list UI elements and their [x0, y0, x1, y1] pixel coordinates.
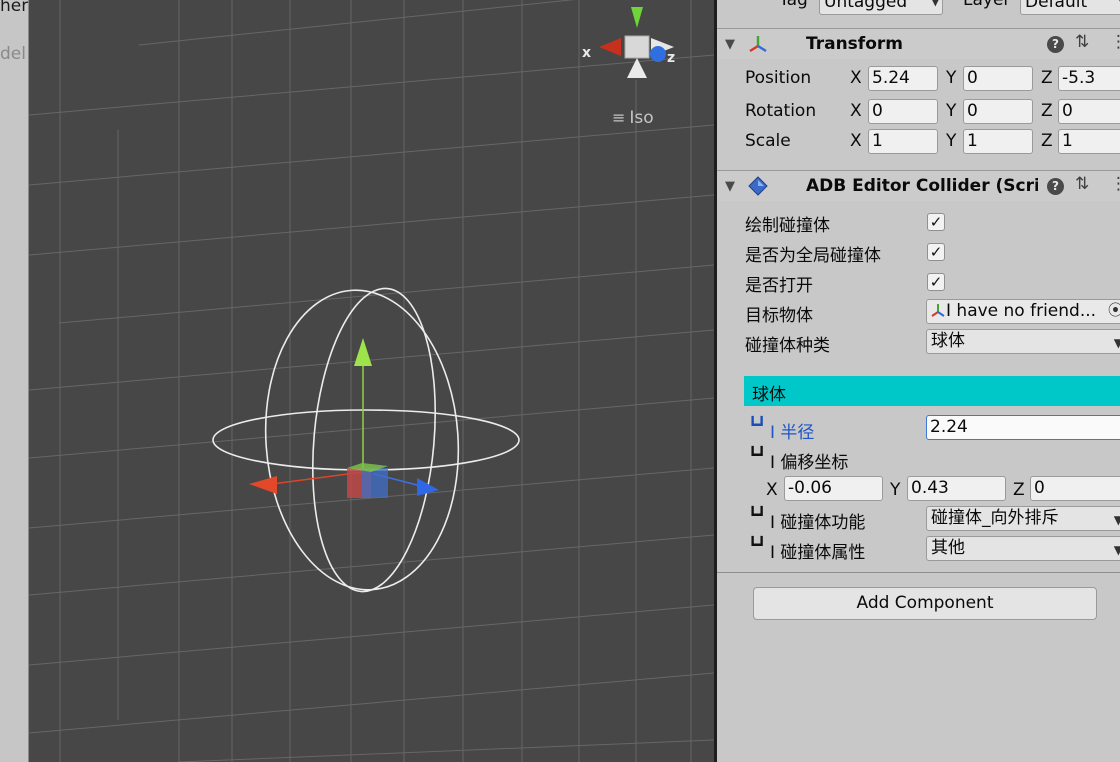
collider-attribute-dropdown[interactable]: 其他 ▼ — [926, 536, 1120, 561]
tree-branch-icon: ┗┛ — [748, 446, 767, 464]
position-y-field[interactable]: 0 — [963, 66, 1033, 91]
collider-attribute-label: I 碰撞体属性 — [770, 543, 866, 563]
script-icon — [748, 176, 768, 196]
axis-z-label[interactable]: Z — [1041, 101, 1053, 121]
gizmo-x-label: x — [582, 45, 591, 61]
foldout-triangle-icon[interactable]: ▼ — [725, 179, 735, 194]
axis-y-label[interactable]: Y — [946, 68, 956, 88]
offset-y-field[interactable]: 0.43 — [907, 476, 1006, 501]
hierarchy-text-fragment: her — [0, 0, 29, 16]
transform-icon — [749, 36, 767, 53]
scale-z-field[interactable]: 1 — [1058, 129, 1120, 154]
context-menu-icon[interactable]: ⋮ — [1110, 32, 1120, 52]
draw-collider-label: 绘制碰撞体 — [745, 216, 830, 236]
collider-component-header[interactable]: ▼ ADB Editor Collider (Scrip ? ⇅ ⋮ — [717, 170, 1120, 201]
rotation-z-field[interactable]: 0 — [1058, 99, 1120, 124]
axis-z-label[interactable]: Z — [1041, 131, 1053, 151]
offset-z-field[interactable]: 0 — [1030, 476, 1120, 501]
scene-corner-icon[interactable]: ▔ — [684, 0, 695, 10]
presets-icon[interactable]: ⇅ — [1075, 174, 1089, 194]
tree-branch-icon: ┗┛ — [748, 416, 767, 434]
axis-x-label[interactable]: X — [850, 68, 862, 88]
tree-branch-icon: ┗┛ — [748, 506, 767, 524]
enabled-checkbox[interactable]: ✓ — [927, 273, 945, 291]
sphere-collider-gizmo — [212, 287, 520, 593]
axis-x-label[interactable]: X — [766, 480, 778, 500]
offset-label: I 偏移坐标 — [770, 453, 849, 473]
radius-field[interactable]: 2.24 — [926, 415, 1120, 440]
chevron-down-icon: ▼ — [930, 0, 940, 8]
collider-function-label: I 碰撞体功能 — [770, 513, 866, 533]
help-icon[interactable]: ? — [1047, 36, 1064, 53]
layer-label: Layer — [963, 0, 1011, 10]
presets-icon[interactable]: ⇅ — [1075, 32, 1089, 52]
tag-dropdown[interactable]: Untagged ▼ — [819, 0, 943, 15]
axis-y-label[interactable]: Y — [946, 101, 956, 121]
context-menu-icon[interactable]: ⋮ — [1110, 174, 1120, 194]
enabled-label: 是否打开 — [745, 276, 813, 296]
transform-title: Transform — [806, 34, 903, 54]
position-label: Position — [745, 68, 812, 88]
add-component-button[interactable]: Add Component — [753, 587, 1097, 620]
inspector-panel: Tag Untagged ▼ Layer Default ▼ ▼ Transfo… — [717, 0, 1120, 762]
target-object-label: 目标物体 — [745, 306, 813, 326]
global-collider-label: 是否为全局碰撞体 — [745, 246, 881, 266]
foldout-triangle-icon[interactable]: ▼ — [725, 37, 735, 52]
transform-header[interactable]: ▼ Transform ? ⇅ ⋮ — [717, 28, 1120, 59]
projection-label: Iso — [629, 108, 654, 128]
tree-branch-icon: ┗┛ — [748, 536, 767, 554]
object-picker-icon[interactable]: ⦿ — [1108, 300, 1120, 321]
chevron-down-icon: ▼ — [1114, 510, 1120, 530]
layer-value: Default — [1025, 0, 1088, 12]
scale-x-field[interactable]: 1 — [868, 129, 938, 154]
chevron-down-icon: ▼ — [1114, 540, 1120, 560]
axis-y-label[interactable]: Y — [946, 131, 956, 151]
layer-dropdown[interactable]: Default ▼ — [1020, 0, 1120, 15]
sphere-section-title: 球体 — [752, 385, 786, 405]
gizmo-z-label: z — [667, 50, 675, 66]
draw-collider-checkbox[interactable]: ✓ — [927, 213, 945, 231]
collider-type-value: 球体 — [931, 331, 965, 351]
position-x-field[interactable]: 5.24 — [868, 66, 938, 91]
collider-function-value: 碰撞体_向外排斥 — [931, 508, 1059, 528]
rotation-label: Rotation — [745, 101, 817, 121]
hierarchy-panel-edge: her del — [0, 0, 29, 762]
rotation-x-field[interactable]: 0 — [868, 99, 938, 124]
target-object-value: I have no friend... — [946, 301, 1097, 321]
menu-icon: ≡ — [612, 108, 626, 127]
transform-icon — [931, 304, 945, 317]
axis-x-label[interactable]: X — [850, 131, 862, 151]
collider-type-dropdown[interactable]: 球体 ▼ — [926, 329, 1120, 354]
radius-label: I 半径 — [770, 423, 815, 443]
component-separator — [717, 572, 1120, 573]
offset-x-field[interactable]: -0.06 — [784, 476, 883, 501]
collider-title: ADB Editor Collider (Scrip — [806, 176, 1038, 196]
global-collider-checkbox[interactable]: ✓ — [927, 243, 945, 261]
position-z-field[interactable]: -5.3 — [1058, 66, 1120, 91]
scale-y-field[interactable]: 1 — [963, 129, 1033, 154]
collider-function-dropdown[interactable]: 碰撞体_向外排斥 ▼ — [926, 506, 1120, 531]
target-object-field[interactable]: I have no friend... ⦿ — [926, 299, 1120, 324]
projection-toggle[interactable]: ≡ Iso — [612, 108, 654, 128]
scale-label: Scale — [745, 131, 791, 151]
tag-value: Untagged — [824, 0, 908, 12]
rotation-y-field[interactable]: 0 — [963, 99, 1033, 124]
scene-view[interactable]: x z ≡ Iso ▔ — [29, 0, 714, 762]
sphere-section-header: 球体 — [744, 376, 1120, 406]
axis-x-label[interactable]: X — [850, 101, 862, 121]
help-icon[interactable]: ? — [1047, 178, 1064, 195]
tag-label: Tag — [779, 0, 808, 10]
axis-y-label[interactable]: Y — [890, 480, 900, 500]
axis-z-label[interactable]: Z — [1041, 68, 1053, 88]
collider-attribute-value: 其他 — [931, 538, 965, 558]
axis-z-label[interactable]: Z — [1013, 480, 1025, 500]
collider-type-label: 碰撞体种类 — [745, 336, 830, 356]
orientation-gizmo[interactable]: x z — [582, 7, 675, 78]
chevron-down-icon: ▼ — [1114, 333, 1120, 353]
hierarchy-text-fragment-2: del — [0, 44, 26, 64]
